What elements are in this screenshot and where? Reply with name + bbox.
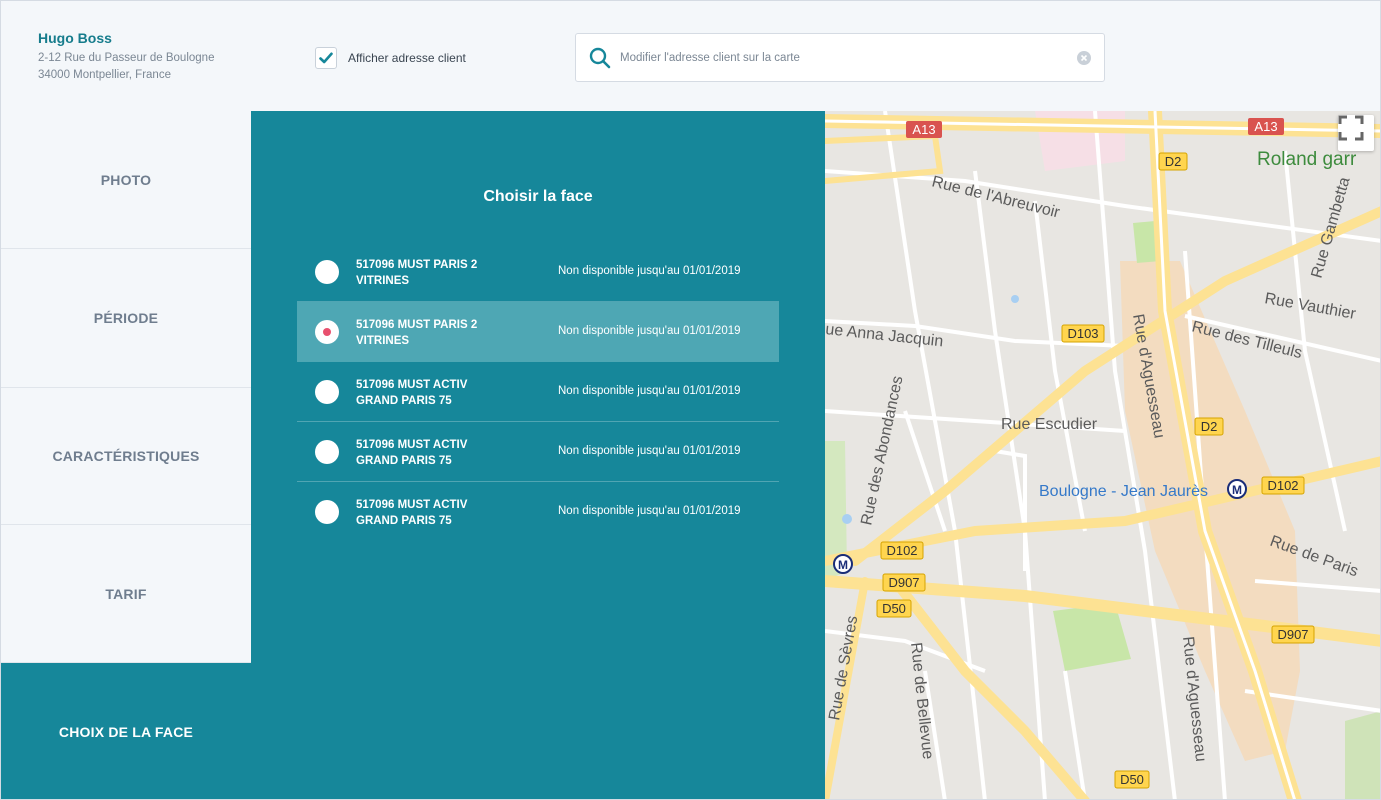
nav-item-choix-de-la-face[interactable]: CHOIX DE LA FACE: [1, 663, 251, 799]
map-water: [1011, 295, 1019, 303]
face-status: Non disponible jusqu'au 01/01/2019: [558, 505, 741, 517]
face-name: 517096 MUST ACTIV GRAND PARIS 75: [356, 497, 516, 529]
show-address-toggle[interactable]: Afficher adresse client: [315, 47, 466, 69]
face-radio[interactable]: [315, 320, 339, 344]
face-status: Non disponible jusqu'au 01/01/2019: [558, 265, 741, 277]
face-status: Non disponible jusqu'au 01/01/2019: [558, 445, 741, 457]
face-row[interactable]: 517096 MUST ACTIV GRAND PARIS 75 Non dis…: [297, 422, 779, 482]
face-radio[interactable]: [315, 500, 339, 524]
client-address-line1: 2-12 Rue du Passeur de Boulogne: [38, 52, 215, 64]
steps-nav: PHOTO PÉRIODE CARACTÉRISTIQUES TARIF CHO…: [1, 111, 251, 799]
map-park: [1345, 711, 1380, 799]
client-name: Hugo Boss: [38, 30, 112, 46]
face-name-line1: 517096 MUST ACTIV: [356, 439, 468, 451]
face-status: Non disponible jusqu'au 01/01/2019: [558, 325, 741, 337]
metro-icon: M: [1227, 479, 1247, 499]
face-status: Non disponible jusqu'au 01/01/2019: [558, 385, 741, 397]
face-name: 517096 MUST PARIS 2 VITRINES: [356, 317, 516, 349]
map-label: Boulogne - Jean Jaurès: [1039, 483, 1208, 500]
clear-icon[interactable]: [1077, 51, 1091, 65]
face-panel: Choisir la face 517096 MUST PARIS 2 VITR…: [251, 111, 825, 799]
radio-selected-dot: [323, 328, 331, 336]
nav-item-label: PHOTO: [100, 171, 152, 188]
map-label: Rue Escudier: [1001, 416, 1098, 433]
face-radio[interactable]: [315, 440, 339, 464]
face-row[interactable]: 517096 MUST ACTIV GRAND PARIS 75 Non dis…: [297, 362, 779, 422]
nav-item-label: TARIF: [105, 585, 147, 602]
road-shield-label: D102: [886, 543, 917, 558]
nav-item-periode[interactable]: PÉRIODE: [1, 249, 251, 388]
metro-symbol: M: [1232, 483, 1242, 497]
face-list: 517096 MUST PARIS 2 VITRINES Non disponi…: [297, 242, 779, 542]
road-shield-label: D907: [888, 575, 919, 590]
face-name: 517096 MUST ACTIV GRAND PARIS 75: [356, 377, 516, 409]
address-search-input[interactable]: [620, 34, 1070, 81]
face-radio[interactable]: [315, 380, 339, 404]
face-name-line2: GRAND PARIS 75: [356, 455, 452, 467]
metro-icon: M: [833, 554, 853, 574]
map-canvas[interactable]: A13 A13 D2 D103 D2 D102 D102 D907 D50 D9…: [825, 111, 1381, 800]
road-shield-label: D2: [1165, 154, 1182, 169]
face-name-line1: 517096 MUST ACTIV: [356, 379, 468, 391]
face-row[interactable]: 517096 MUST ACTIV GRAND PARIS 75 Non dis…: [297, 482, 779, 542]
face-name-line2: VITRINES: [356, 275, 410, 287]
nav-item-label: CHOIX DE LA FACE: [58, 724, 194, 740]
fullscreen-icon: [1338, 115, 1364, 141]
nav-item-label: PÉRIODE: [93, 310, 159, 326]
road-shield-label: A13: [1254, 119, 1277, 134]
face-name-line1: 517096 MUST PARIS 2: [356, 259, 478, 271]
face-name-line2: GRAND PARIS 75: [356, 395, 452, 407]
nav-item-label: CARACTÉRISTIQUES: [52, 448, 200, 464]
road-shield-label: D2: [1201, 419, 1218, 434]
map-label: Roland garr: [1257, 149, 1357, 170]
nav-item-photo[interactable]: PHOTO: [1, 111, 251, 249]
map[interactable]: A13 A13 D2 D103 D2 D102 D102 D907 D50 D9…: [825, 111, 1381, 800]
check-icon: [319, 52, 333, 64]
face-name-line2: GRAND PARIS 75: [356, 515, 452, 527]
face-radio[interactable]: [315, 260, 339, 284]
fullscreen-button[interactable]: [1338, 115, 1374, 151]
face-name-line1: 517096 MUST ACTIV: [356, 499, 468, 511]
map-water: [842, 514, 852, 524]
road-shield-label: D103: [1067, 326, 1098, 341]
road-shield-label: D50: [1120, 772, 1144, 787]
show-address-label: Afficher adresse client: [348, 51, 466, 65]
address-search: [575, 33, 1105, 82]
metro-symbol: M: [838, 558, 848, 572]
face-name-line2: VITRINES: [356, 335, 410, 347]
nav-item-caracteristiques[interactable]: CARACTÉRISTIQUES: [1, 388, 251, 525]
face-row[interactable]: 517096 MUST PARIS 2 VITRINES Non disponi…: [297, 242, 779, 302]
app-frame: Hugo Boss 2-12 Rue du Passeur de Boulogn…: [0, 0, 1381, 800]
nav-item-tarif[interactable]: TARIF: [1, 525, 251, 663]
road-shield-label: D102: [1267, 478, 1298, 493]
panel-title: Choisir la face: [483, 188, 593, 205]
road-shield-label: D907: [1277, 627, 1308, 642]
face-name: 517096 MUST PARIS 2 VITRINES: [356, 257, 516, 289]
header: Hugo Boss 2-12 Rue du Passeur de Boulogn…: [1, 1, 1380, 111]
client-info: Hugo Boss 2-12 Rue du Passeur de Boulogn…: [38, 30, 214, 84]
road-shield-label: D50: [882, 601, 906, 616]
road-shield-label: A13: [912, 122, 935, 137]
show-address-checkbox[interactable]: [315, 47, 337, 69]
search-icon: [589, 47, 611, 69]
client-address-line2: 34000 Montpellier, France: [38, 69, 171, 81]
face-row[interactable]: 517096 MUST PARIS 2 VITRINES Non disponi…: [297, 302, 779, 362]
face-name-line1: 517096 MUST PARIS 2: [356, 319, 478, 331]
face-name: 517096 MUST ACTIV GRAND PARIS 75: [356, 437, 516, 469]
